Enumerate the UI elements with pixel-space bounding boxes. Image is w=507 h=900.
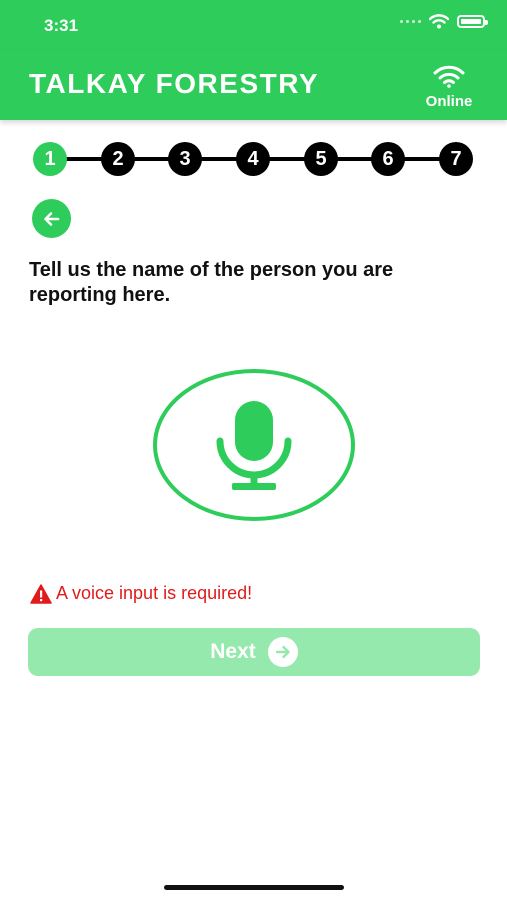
record-voice-button[interactable] — [153, 369, 355, 521]
status-bar: 3:31 — [0, 0, 507, 50]
step-2: 2 — [101, 142, 135, 176]
error-text: A voice input is required! — [56, 583, 253, 603]
back-button[interactable] — [32, 199, 71, 238]
arrow-left-icon — [43, 211, 59, 226]
next-button[interactable]: Next — [28, 628, 480, 676]
battery-icon — [457, 15, 488, 28]
cellular-signal-icon — [400, 20, 421, 23]
step-6: 6 — [371, 142, 405, 176]
home-indicator[interactable] — [164, 885, 344, 890]
step-3: 3 — [168, 142, 202, 176]
warning-icon — [30, 583, 52, 604]
question-text: Tell us the name of the person you are r… — [29, 259, 394, 306]
status-icons — [400, 14, 488, 29]
status-time: 3:31 — [44, 16, 79, 35]
error-message: A voice input is required! — [30, 583, 252, 604]
app-header: TALKAY FORESTRY Online — [0, 50, 507, 120]
wifi-icon — [433, 65, 465, 88]
step-4: 4 — [236, 142, 270, 176]
next-button-label: Next — [210, 640, 256, 663]
online-label: Online — [425, 93, 473, 110]
app-title: TALKAY FORESTRY — [29, 68, 320, 99]
progress-stepper: 1 2 3 4 5 6 7 — [33, 142, 477, 176]
arrow-right-icon — [267, 637, 298, 667]
step-7: 7 — [439, 142, 473, 176]
step-5: 5 — [304, 142, 338, 176]
status-wifi-icon — [429, 14, 449, 29]
step-1: 1 — [33, 142, 67, 176]
microphone-icon — [216, 401, 292, 490]
connection-status: Online — [419, 64, 479, 110]
